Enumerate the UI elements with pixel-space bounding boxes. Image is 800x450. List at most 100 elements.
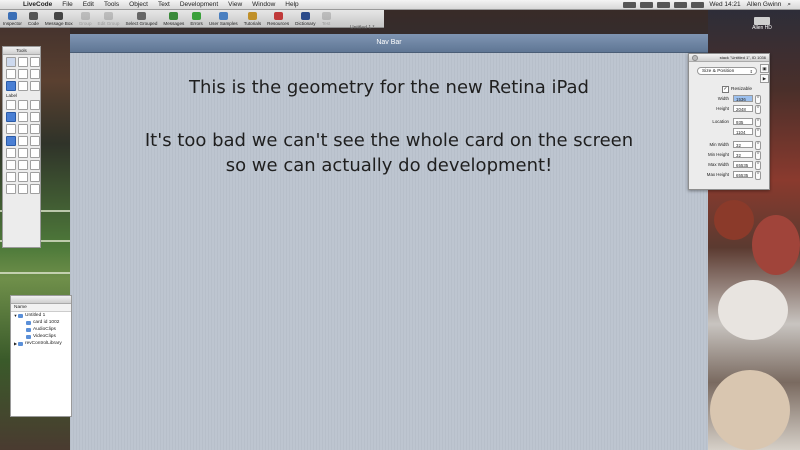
status-icon[interactable] <box>640 1 654 8</box>
stepper-icon[interactable]: ⇕ <box>755 161 761 170</box>
line-tool-icon[interactable] <box>30 148 40 158</box>
tool-slot[interactable] <box>30 57 40 67</box>
scrolling-field-tool-icon[interactable] <box>18 100 28 110</box>
tab-panel-tool-icon[interactable] <box>30 112 40 122</box>
nav-bar[interactable]: Nav Bar <box>70 34 708 53</box>
resizable-label: Resizable <box>731 87 753 92</box>
toolbar-button-select-grouped[interactable]: Select Grouped <box>122 9 160 27</box>
toolbar-button-group[interactable]: Group <box>76 9 95 27</box>
inspector-field-input[interactable]: 32 <box>733 151 753 158</box>
combo-box-tool-icon[interactable] <box>18 112 28 122</box>
inspector-section-select[interactable]: Size & Position ⇕ <box>697 67 757 75</box>
scrollbar-tool-icon[interactable] <box>6 124 16 134</box>
toolbar-button-user-samples[interactable]: User Samples <box>206 9 241 27</box>
menu-development[interactable]: Development <box>175 0 223 9</box>
stack-window-title: Untitled 1 * <box>350 25 375 31</box>
menu-object[interactable]: Object <box>124 0 153 9</box>
oval-tool-icon[interactable] <box>18 148 28 158</box>
inspector-field-input[interactable]: 935 <box>733 118 753 125</box>
menu-window[interactable]: Window <box>247 0 280 9</box>
freehand-tool-icon[interactable] <box>30 160 40 170</box>
brush-tool-icon[interactable] <box>18 172 28 182</box>
stack-card[interactable]: Nav Bar This is the geometry for the new… <box>70 34 708 450</box>
eraser-tool-icon[interactable] <box>18 184 28 194</box>
close-icon[interactable] <box>692 55 698 61</box>
menu-app-livecode[interactable]: LiveCode <box>18 0 57 9</box>
spotlight-icon[interactable]: ⌕ <box>784 1 794 9</box>
option-menu-tool-icon[interactable] <box>6 112 16 122</box>
menu-text[interactable]: Text <box>153 0 175 9</box>
slider-tool-icon[interactable] <box>18 124 28 134</box>
stepper-icon[interactable]: ⇕ <box>755 151 761 160</box>
polygon-tool-icon[interactable] <box>6 160 16 170</box>
hard-drive-desktop-icon[interactable]: Allen HD <box>748 17 776 31</box>
inspector-field-input[interactable]: 65535 <box>733 161 753 168</box>
text-field-tool-icon[interactable] <box>6 100 16 110</box>
tree-row[interactable]: ▶ revControlLibrary <box>11 340 71 347</box>
tools-palette: Tools Label <box>2 46 41 248</box>
menu-edit[interactable]: Edit <box>78 0 99 9</box>
tree-row[interactable]: VideoClips <box>11 333 71 340</box>
toolbar-button-tutorials[interactable]: Tutorials <box>241 9 264 27</box>
play-icon[interactable]: ▶ <box>760 74 769 83</box>
stepper-icon[interactable]: ⇕ <box>755 95 761 104</box>
browse-tool-icon[interactable] <box>6 57 16 67</box>
menu-tools[interactable]: Tools <box>99 0 124 9</box>
default-button-tool-icon[interactable] <box>6 81 16 91</box>
inspector-field-input[interactable]: 1536 <box>733 95 753 102</box>
curve-tool-icon[interactable] <box>18 160 28 170</box>
player-tool-icon[interactable] <box>30 136 40 146</box>
tree-row[interactable]: ▼ Untitled 1 <box>11 312 71 319</box>
dropper-tool-icon[interactable] <box>30 184 40 194</box>
stepper-icon[interactable]: ⇕ <box>755 105 761 114</box>
bucket-tool-icon[interactable] <box>6 184 16 194</box>
image-tool-icon[interactable] <box>18 136 28 146</box>
inspector-field-input[interactable]: 65535 <box>733 171 753 178</box>
menu-view[interactable]: View <box>223 0 247 9</box>
toolbar-button-inspector[interactable]: Inspector <box>0 9 25 27</box>
volume-icon[interactable] <box>674 1 688 8</box>
stepper-icon[interactable]: ⇕ <box>755 141 761 150</box>
tree-row[interactable]: AudioClips <box>11 326 71 333</box>
stepper-icon[interactable]: ⇕ <box>755 128 761 137</box>
progress-tool-icon[interactable] <box>30 124 40 134</box>
checkbox-tool-icon[interactable] <box>18 69 28 79</box>
menubar-user[interactable]: Allen Gwinn <box>744 1 785 8</box>
radio-tool-icon[interactable] <box>30 69 40 79</box>
toolbar-button-message-box[interactable]: Message Box <box>42 9 76 27</box>
menubar-clock[interactable]: Wed 14:21 <box>706 1 743 8</box>
toolbar-button-dictionary[interactable]: Dictionary <box>292 9 318 27</box>
pencil-tool-icon[interactable] <box>6 172 16 182</box>
menu-file[interactable]: File <box>57 0 77 9</box>
toolbar-button-resources[interactable]: Resources <box>264 9 292 27</box>
lock-icon[interactable]: ▣ <box>760 64 769 73</box>
button-tool-icon[interactable] <box>6 69 16 79</box>
checkbox-icon[interactable]: ✓ <box>722 86 729 93</box>
field-tool-icon[interactable] <box>18 81 28 91</box>
wifi-icon[interactable] <box>657 1 671 8</box>
flag-icon[interactable] <box>691 1 705 8</box>
toolbar-button-messages[interactable]: Messages <box>160 9 187 27</box>
table-tool-icon[interactable] <box>30 100 40 110</box>
project-browser-header[interactable]: Name <box>11 304 71 312</box>
inspector-field-input[interactable]: 32 <box>733 141 753 148</box>
inspector-field-input[interactable]: 1104 <box>733 128 753 135</box>
stepper-icon[interactable]: ⇕ <box>755 171 761 180</box>
inspector-field-input[interactable]: 2048 <box>733 105 753 112</box>
spray-tool-icon[interactable] <box>30 172 40 182</box>
resizable-checkbox[interactable]: ✓ Resizable <box>722 86 752 93</box>
rectangle-tool-icon[interactable] <box>6 148 16 158</box>
toolbar-button-test[interactable]: Test <box>319 9 334 27</box>
tree-row[interactable]: card id 1002 <box>11 319 71 326</box>
pointer-tool-icon[interactable] <box>18 57 28 67</box>
list-tool-icon[interactable] <box>30 81 40 91</box>
status-icon[interactable] <box>623 1 637 8</box>
toolbar-button-errors[interactable]: Errors <box>187 9 206 27</box>
tab-tool-icon[interactable] <box>6 136 16 146</box>
toolbar-button-code[interactable]: Code <box>25 9 42 27</box>
object-icon <box>18 313 23 318</box>
stepper-icon[interactable]: ⇕ <box>755 118 761 127</box>
toolbar-button-edit-group[interactable]: Edit Group <box>95 9 123 27</box>
hard-drive-label: Allen HD <box>752 25 772 31</box>
menu-help[interactable]: Help <box>280 0 303 9</box>
